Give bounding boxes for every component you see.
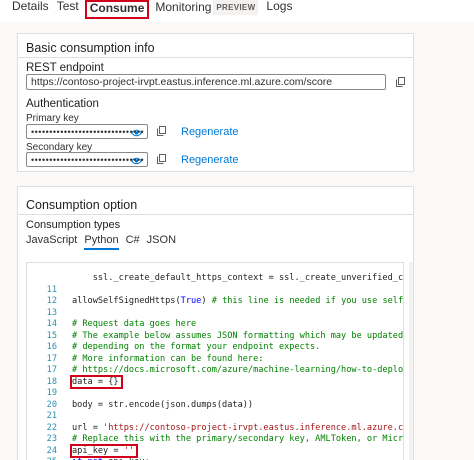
secondary-key-field[interactable]: ••••••••••••••••••••••••••••••• <box>26 152 148 167</box>
code-line: 14 # Request data goes here <box>27 319 403 330</box>
tab-javascript[interactable]: JavaScript <box>26 234 77 246</box>
consumption-type-tabs: JavaScript Python C# JSON <box>26 234 183 250</box>
data-highlight <box>70 374 123 389</box>
tab-csharp[interactable]: C# <box>126 234 140 246</box>
authentication-label: Authentication <box>26 98 99 110</box>
line-number: 11 <box>46 284 57 295</box>
tab-details[interactable]: Details <box>0 0 53 13</box>
line-number: 12 <box>46 296 57 306</box>
primary-key-label: Primary key <box>26 113 79 124</box>
line-number: 23 <box>46 434 57 444</box>
line-text: # More information can be found here: <box>72 353 264 364</box>
line-number: 21 <box>46 411 57 421</box>
line-number: 20 <box>46 399 57 410</box>
line-text: # depending on the format your endpoint … <box>72 342 321 352</box>
code-line: 16 # depending on the format your endpoin… <box>27 342 403 353</box>
primary-key-value: ••••••••••••••••••••••••••••••• <box>31 126 145 137</box>
show-password-icon[interactable] <box>131 129 142 137</box>
line-text: allowSelfSignedHttps(True) # this line i… <box>72 296 404 306</box>
line-text: # Request data goes here <box>72 319 197 329</box>
tab-consume[interactable]: Consume <box>84 0 150 19</box>
line-number: 17 <box>46 365 57 375</box>
tab-test[interactable]: Test <box>53 0 83 13</box>
code-line: ssl._create_default_https_context = ssl.… <box>27 273 404 284</box>
line-text: # The example below assumes JSON formatt… <box>72 330 404 341</box>
code-line: 15 # The example below assumes JSON forma… <box>27 330 404 342</box>
code-line: 11 <box>27 284 403 296</box>
copy-primary-key-icon[interactable] <box>157 126 166 136</box>
code-scrollbar[interactable] <box>409 262 413 460</box>
code-line: 13 <box>27 307 403 319</box>
code-line: 19 <box>27 388 403 399</box>
tab-bar: Details Test Consume Monitoring PREVIEW … <box>0 0 474 22</box>
card-divider <box>17 214 414 215</box>
tab-python[interactable]: Python <box>84 234 119 250</box>
show-password-icon[interactable] <box>131 157 142 165</box>
rest-endpoint-label: REST endpoint <box>26 62 104 74</box>
basic-consumption-title: Basic consumption info <box>26 41 155 55</box>
code-line: 20 body = str.encode(json.dumps(data)) <box>27 399 403 411</box>
line-number: 24 <box>46 445 57 456</box>
line-number: 18 <box>46 376 57 387</box>
consumption-option-title: Consumption option <box>26 198 138 212</box>
code-editor[interactable]: ssl._create_default_https_context = ssl.… <box>26 262 404 460</box>
preview-badge: PREVIEW <box>213 0 259 15</box>
line-number: 17 <box>46 353 57 364</box>
secondary-key-value: ••••••••••••••••••••••••••••••• <box>31 154 145 165</box>
copy-secondary-key-icon[interactable] <box>157 154 166 164</box>
primary-key-field[interactable]: ••••••••••••••••••••••••••••••• <box>26 124 148 139</box>
rest-endpoint-field[interactable]: https://contoso-project-irvpt.eastus.inf… <box>26 74 386 90</box>
tab-monitoring[interactable]: Monitoring PREVIEW <box>151 0 262 15</box>
line-number: 22 <box>46 422 57 433</box>
line-number: 14 <box>46 319 57 329</box>
code-line: 22 url = 'https://contoso-project-irvpt.e… <box>27 422 404 434</box>
consumption-types-label: Consumption types <box>26 219 121 231</box>
line-number: 16 <box>46 342 57 352</box>
line-number: 19 <box>46 388 57 398</box>
tab-logs[interactable]: Logs <box>262 0 296 13</box>
card-divider <box>17 57 414 58</box>
tab-json[interactable]: JSON <box>147 234 176 246</box>
regenerate-secondary-link[interactable]: Regenerate <box>181 154 239 166</box>
copy-icon[interactable] <box>396 77 405 87</box>
line-number: 15 <box>46 330 57 341</box>
tab-monitoring-label: Monitoring <box>155 0 212 14</box>
line-text: body = str.encode(json.dumps(data)) <box>72 399 254 410</box>
rest-endpoint-value: https://contoso-project-irvpt.eastus.inf… <box>31 76 333 88</box>
api-key-highlight <box>70 443 139 458</box>
line-number: 13 <box>46 307 57 318</box>
line-text: url = 'https://contoso-project-irvpt.eas… <box>72 422 404 433</box>
code-line: 12 allowSelfSignedHttps(True) # this line… <box>27 296 404 307</box>
line-text: ssl._create_default_https_context = ssl.… <box>72 273 404 283</box>
code-line: 17 # More information can be found here: <box>27 353 403 365</box>
regenerate-primary-link[interactable]: Regenerate <box>181 126 239 138</box>
code-line: 21 <box>27 411 403 422</box>
